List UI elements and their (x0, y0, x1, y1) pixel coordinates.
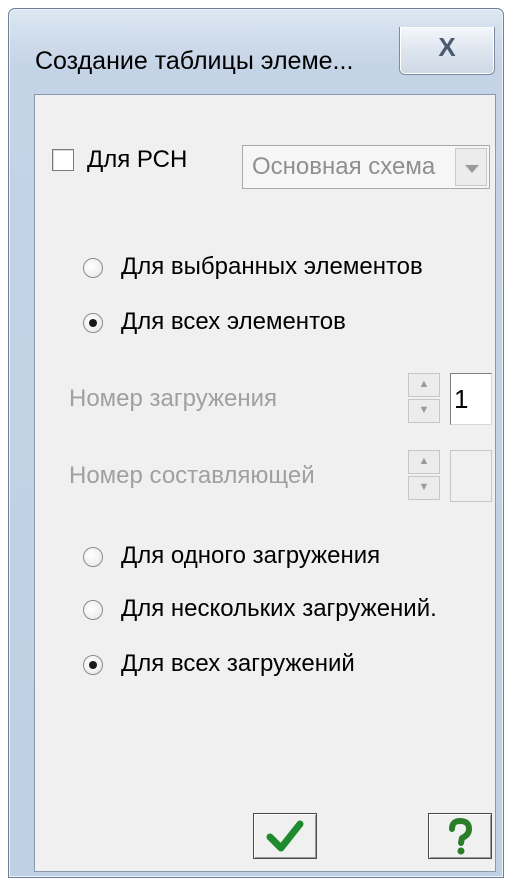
load-number-input[interactable]: 1 (450, 373, 492, 425)
help-button[interactable] (428, 813, 492, 859)
chevron-down-icon (465, 165, 479, 173)
component-number-label: Номер составляющей (69, 462, 315, 489)
radio-all-elements-label: Для всех элементов (121, 308, 346, 335)
checkmark-icon (266, 820, 304, 852)
radio-one-load[interactable] (83, 547, 103, 567)
radio-selected-elements[interactable] (83, 258, 103, 278)
radio-several-loads-label: Для нескольких загружений. (121, 595, 437, 622)
close-button[interactable]: X (399, 27, 495, 75)
component-number-input[interactable] (450, 450, 492, 502)
radio-one-load-label: Для одного загружения (121, 542, 381, 569)
dialog-window: Создание таблицы элеме... X Для РСН Осно… (8, 8, 504, 878)
arrow-down-icon: ▼ (418, 404, 430, 416)
radio-dot (89, 319, 97, 327)
spin-down-button[interactable]: ▼ (408, 476, 440, 500)
radio-several-loads[interactable] (83, 600, 103, 620)
dialog-body: Для РСН Основная схема Для выбранных эле… (34, 94, 496, 872)
rsn-checkbox[interactable] (52, 149, 74, 171)
dropdown-arrow-button[interactable] (455, 148, 487, 186)
radio-selected-elements-label: Для выбранных элементов (121, 253, 423, 280)
scheme-select[interactable]: Основная схема (242, 145, 490, 189)
radio-all-elements[interactable] (83, 313, 103, 333)
arrow-up-icon: ▲ (418, 378, 430, 390)
arrow-up-icon: ▲ (418, 455, 430, 467)
load-number-label: Номер загружения (69, 385, 278, 412)
window-title: Создание таблицы элеме... (35, 47, 354, 75)
spin-down-button[interactable]: ▼ (408, 399, 440, 423)
ok-button[interactable] (253, 813, 317, 859)
scheme-select-value: Основная схема (252, 153, 436, 180)
load-number-value: 1 (454, 384, 469, 414)
rsn-checkbox-label: Для РСН (87, 146, 188, 173)
question-icon (449, 818, 472, 855)
component-number-spinner[interactable]: ▲ ▼ (408, 450, 444, 502)
load-number-spinner[interactable]: ▲ ▼ (408, 373, 444, 425)
radio-all-loads[interactable] (83, 655, 103, 675)
radio-dot (89, 661, 97, 669)
arrow-down-icon: ▼ (418, 481, 430, 493)
close-icon: X (438, 32, 456, 62)
radio-all-loads-label: Для всех загружений (121, 650, 355, 677)
spin-up-button[interactable]: ▲ (408, 450, 440, 474)
spin-up-button[interactable]: ▲ (408, 373, 440, 397)
